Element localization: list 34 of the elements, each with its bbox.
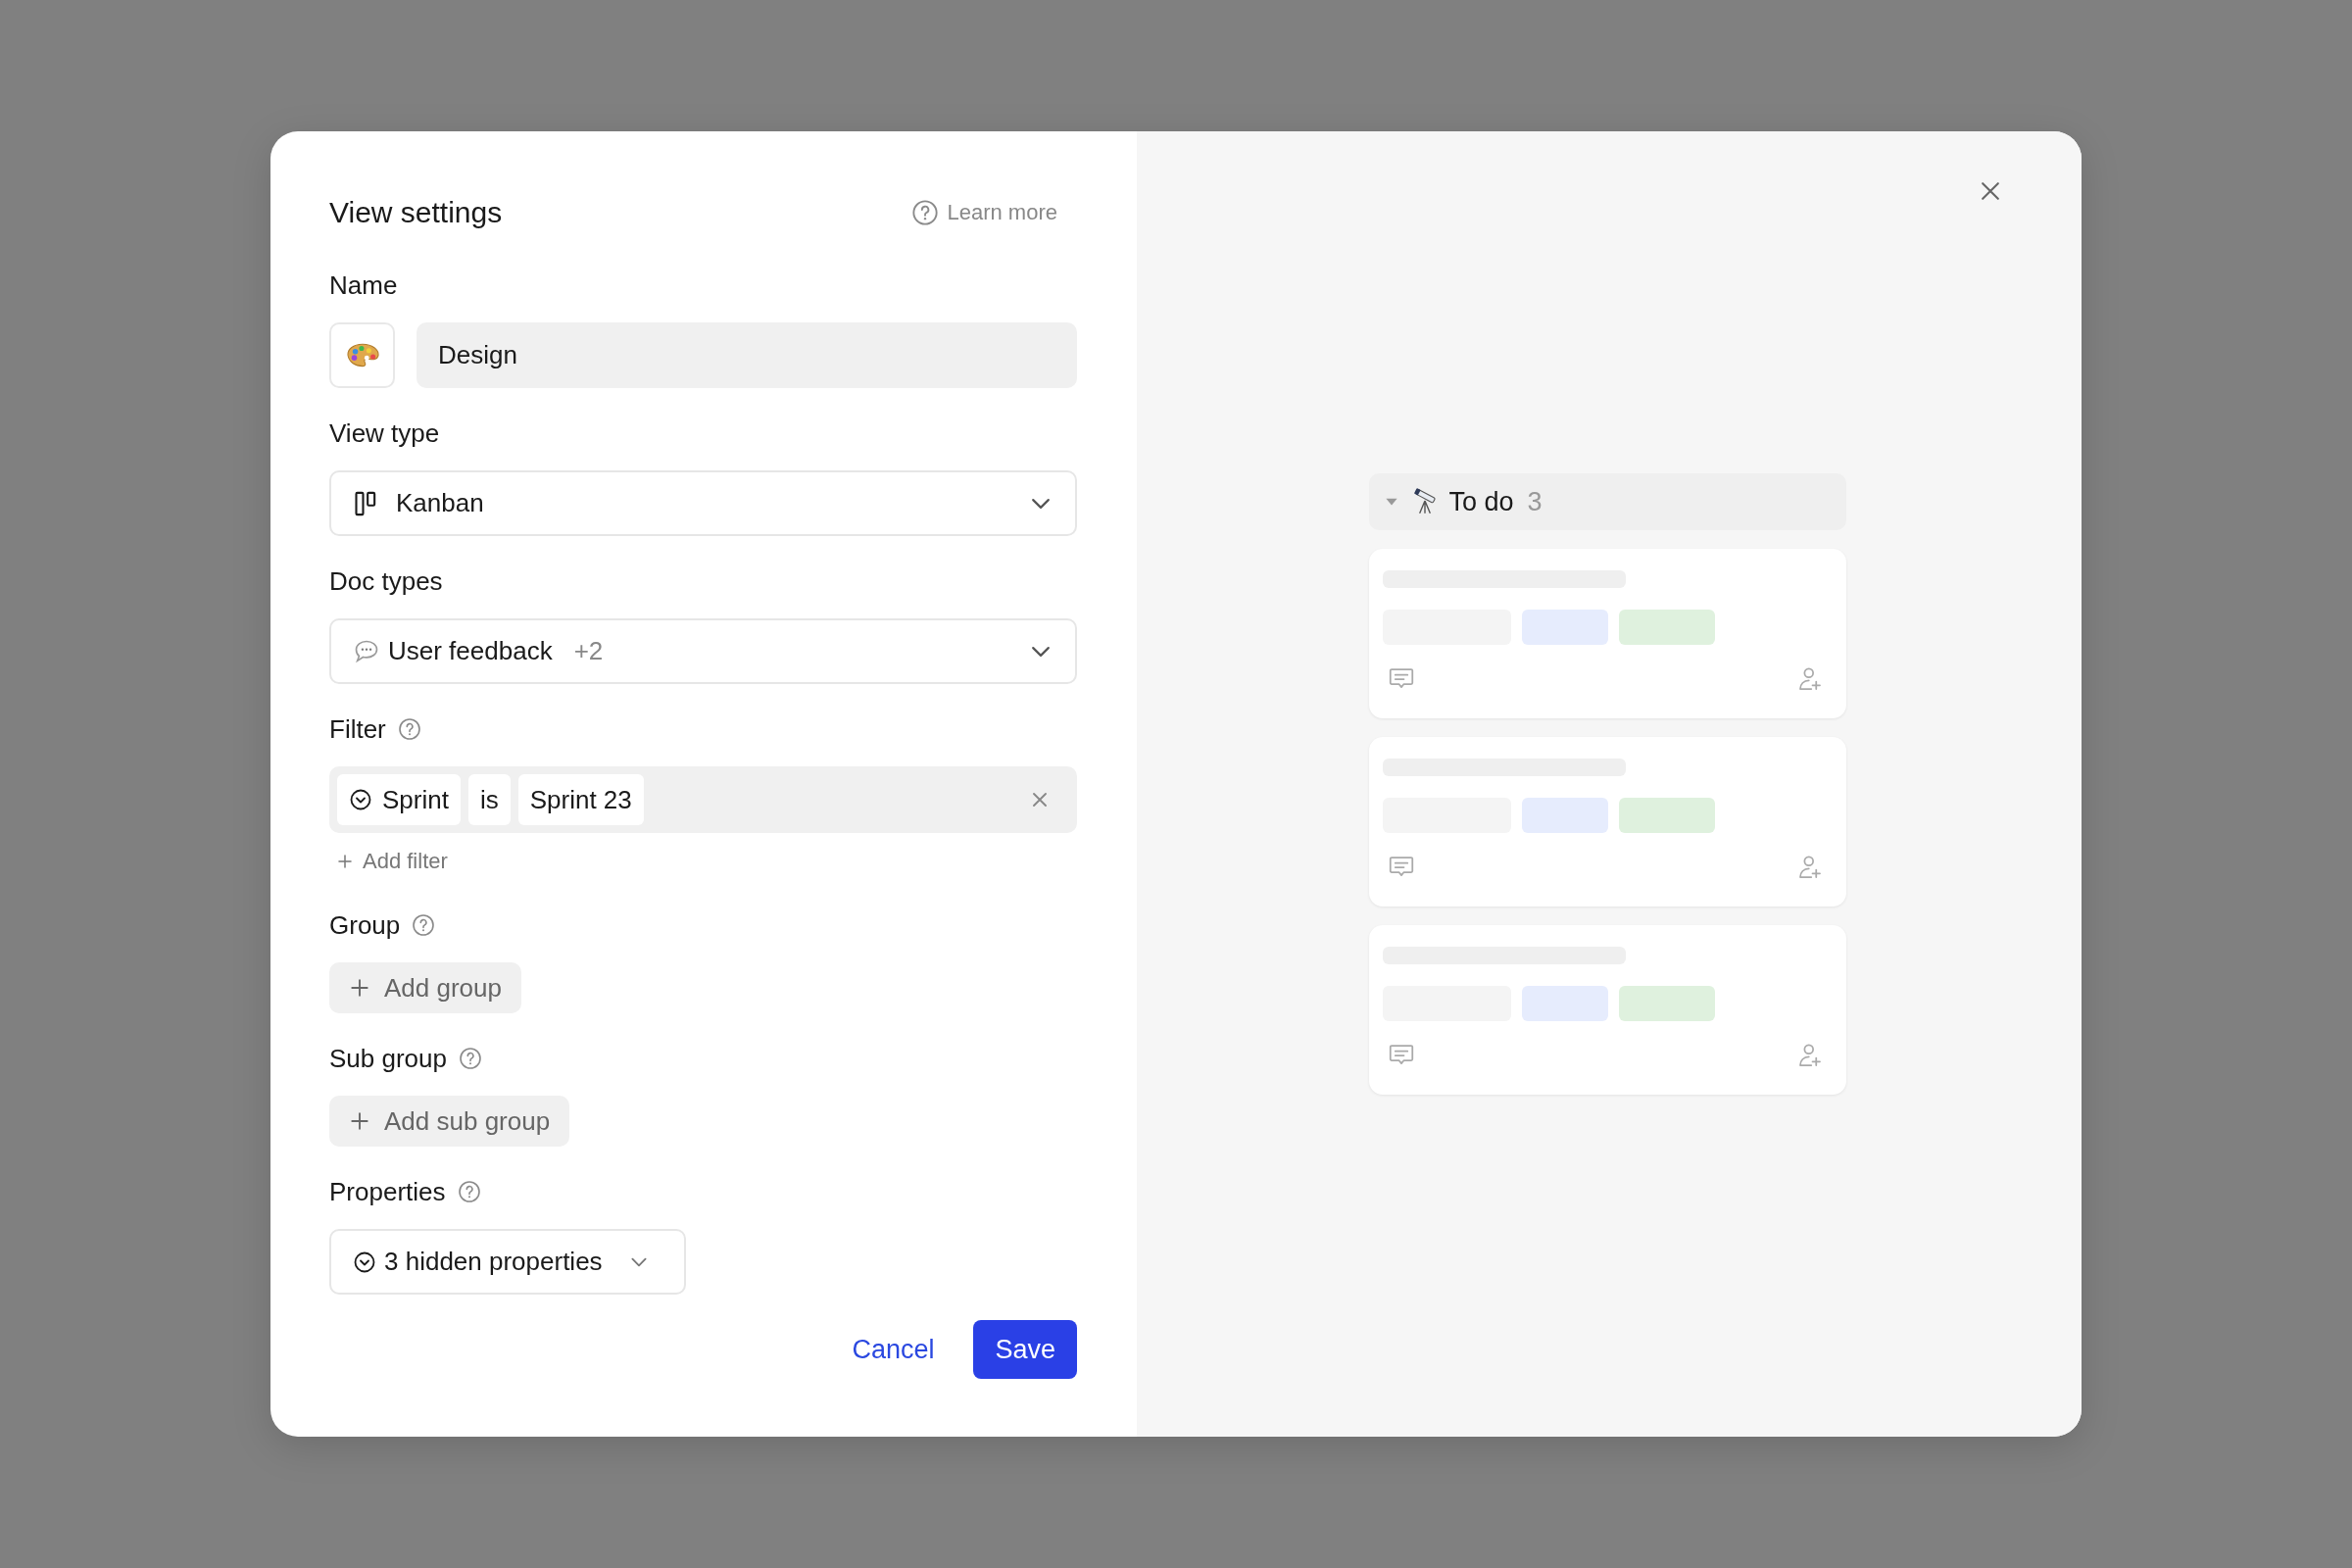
field-label: View type xyxy=(329,417,440,449)
field-label: Doc types xyxy=(329,565,443,597)
dialog-title: View settings xyxy=(329,196,503,229)
help-icon xyxy=(457,1180,481,1203)
help-icon xyxy=(412,913,436,937)
help-icon xyxy=(397,717,421,741)
doc-types-dropdown[interactable]: User feedback +2 xyxy=(329,618,1077,684)
plus-icon xyxy=(349,1110,370,1132)
plus-icon xyxy=(335,852,355,871)
field-label: Name xyxy=(329,270,398,301)
add-group-button[interactable]: Add group xyxy=(329,962,521,1013)
filter-property-chip[interactable]: Sprint xyxy=(337,774,461,825)
name-field[interactable]: Design xyxy=(416,322,1077,388)
learn-more-link[interactable]: Learn more xyxy=(911,199,1057,226)
field-label: Group xyxy=(329,909,401,941)
filter-operator-chip[interactable]: is xyxy=(467,774,511,825)
view-type-dropdown[interactable]: Kanban xyxy=(329,470,1077,536)
filter-value-chip[interactable]: Sprint 23 xyxy=(517,774,644,825)
palette-icon xyxy=(345,341,379,369)
chevron-circle-icon xyxy=(349,788,372,811)
field-label: Sub group xyxy=(329,1043,447,1074)
plus-icon xyxy=(349,977,370,999)
cancel-button[interactable]: Cancel xyxy=(852,1334,935,1365)
field-label: Filter xyxy=(329,713,386,745)
chevron-circle-icon xyxy=(353,1250,376,1274)
add-sub-group-button[interactable]: Add sub group xyxy=(329,1096,570,1147)
properties-dropdown[interactable]: 3 hidden properties xyxy=(329,1229,686,1295)
help-icon xyxy=(911,199,940,226)
column-header[interactable]: To do 3 xyxy=(1368,473,1846,530)
help-icon xyxy=(459,1047,482,1070)
icon-picker-button[interactable] xyxy=(329,322,395,388)
field-label: Properties xyxy=(329,1176,446,1207)
add-filter-link[interactable]: Add filter xyxy=(335,849,448,874)
save-button[interactable]: Save xyxy=(973,1320,1077,1379)
